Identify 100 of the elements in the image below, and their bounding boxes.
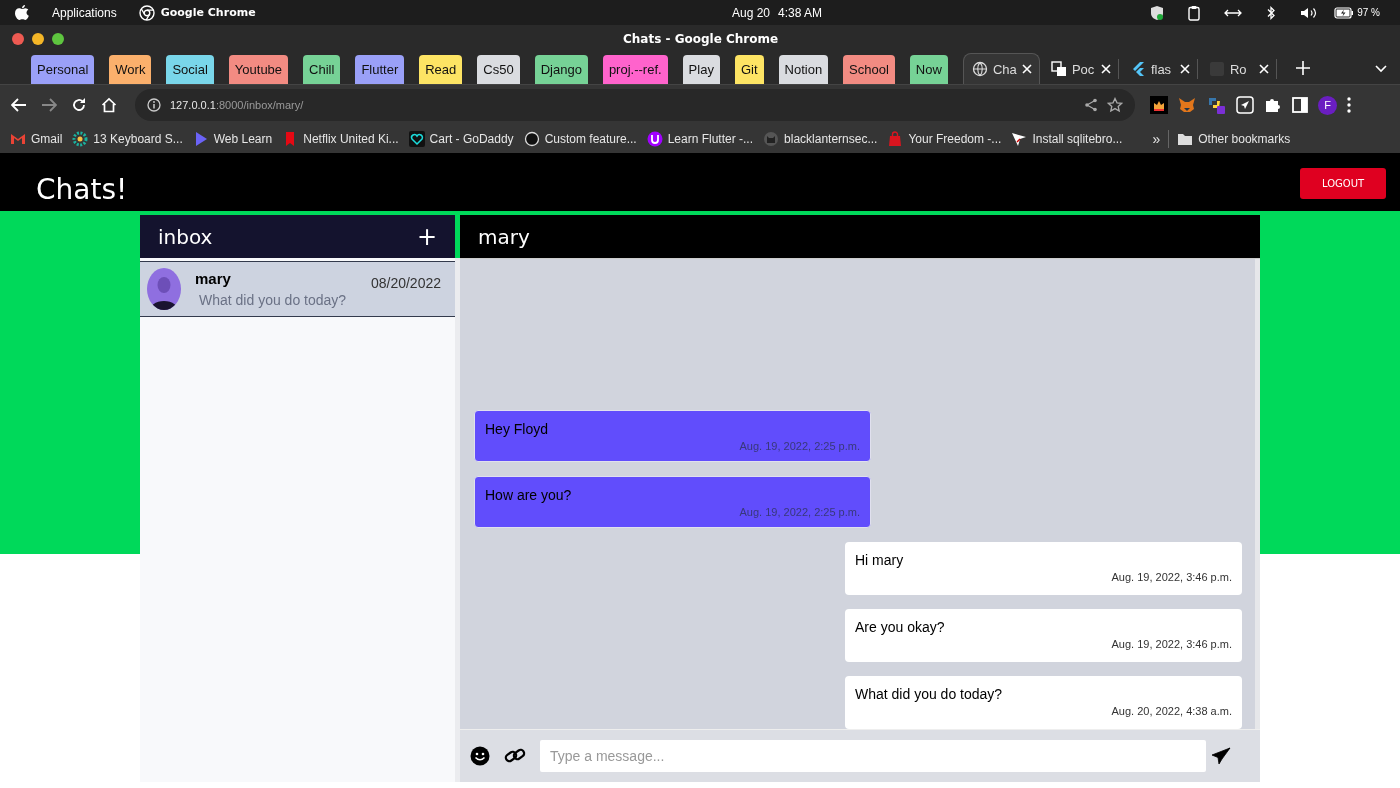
close-button[interactable] [12,32,24,45]
battery-percent: 97 % [1357,7,1380,18]
share-icon[interactable] [1084,98,1098,112]
tab-group-chip[interactable]: Git [734,55,764,84]
tab-group-chip[interactable]: Django [534,55,588,84]
message-input[interactable]: Type a message... [540,740,1206,772]
message-preview: What did you do today? [199,292,348,308]
battery-icon [1334,6,1355,19]
tab-group-chip[interactable]: Play [682,55,720,84]
speaker-icon[interactable] [1300,5,1319,20]
tab-group-chip[interactable]: Flutter [355,55,405,84]
tab-group-chip[interactable]: Chill [303,55,341,84]
sidebar-icon[interactable] [1292,97,1308,113]
tab-group-chip[interactable]: Youtube [228,55,289,84]
logout-button[interactable]: LOGOUT [1300,167,1386,199]
brand-title: Chats! [36,172,128,206]
window-title: Chats - Google Chrome [623,31,779,46]
contact-name: mary [195,270,232,287]
more-icon[interactable] [1347,97,1351,113]
address-bar[interactable]: 127.0.0.1:8000/inbox/mary/ [135,89,1135,121]
info-icon[interactable] [147,98,161,112]
message-text: Hi mary [855,552,905,568]
gear-icon [72,131,89,147]
message-text: How are you? [485,487,573,503]
other-bookmarks-folder[interactable]: Other bookmarks [1177,132,1291,146]
date-text: Aug 20 [731,5,770,20]
browser-tab[interactable]: flas [1121,59,1198,79]
clock-text: 4:38 AM [778,5,823,20]
zoom-button[interactable] [52,32,64,45]
tab-group-chip[interactable]: Now [909,55,948,84]
bookmark-link[interactable]: Web Learn [192,131,273,147]
circle-icon [646,131,663,147]
message-time: Aug. 19, 2022, 2:25 p.m. [738,440,860,452]
profile-avatar[interactable]: F [1318,95,1337,115]
inbox-title: inbox [158,224,213,249]
tab-group-chip[interactable]: Social [166,55,214,84]
menu-item[interactable]: Applications [52,5,117,20]
conversation-item[interactable]: mary What did you do today? 08/20/2022 [140,261,455,317]
tab-group-chip[interactable]: Personal [31,55,95,84]
bookmark-link[interactable]: Install sqlitebro... [1011,131,1123,147]
arrows-icon[interactable] [1224,7,1243,18]
home-icon[interactable] [101,97,117,113]
smiley-icon[interactable] [470,746,490,766]
message-time: Aug. 19, 2022, 3:46 p.m. [1110,638,1232,650]
bookmark-link[interactable]: 13 Keyboard S... [72,131,183,147]
avatar-icon [147,268,181,310]
fox-icon[interactable] [1178,96,1196,114]
app-name[interactable]: Google Chrome [160,6,256,19]
shield-icon[interactable] [1150,4,1165,21]
folder-icon [1177,132,1194,146]
message-time: Aug. 19, 2022, 2:25 p.m. [738,506,860,518]
minimize-button[interactable] [32,32,44,45]
tab-group-chip[interactable]: Work [109,55,152,84]
bookmark-link[interactable]: blacklanternsec... [763,131,878,147]
message-text: What did you do today? [855,686,1004,702]
close-icon[interactable] [1100,64,1111,74]
browser-tab[interactable]: Poc [1042,59,1119,79]
tab-group-chip[interactable]: School [843,55,895,84]
send-icon[interactable] [1211,747,1231,765]
browser-tab[interactable]: Ro [1200,59,1277,79]
bluetooth-icon[interactable] [1266,4,1277,21]
tab-group-chip[interactable]: Notion [778,55,829,84]
chevron-down-icon[interactable] [1374,65,1387,73]
bookmark-link[interactable]: Learn Flutter -... [646,131,754,147]
message-time: Aug. 20, 2022, 4:38 a.m. [1110,705,1232,717]
clipboard-icon[interactable] [1188,4,1201,21]
reload-icon[interactable] [71,97,87,113]
message-time: Aug. 19, 2022, 3:46 p.m. [1110,571,1232,583]
envelope-icon [10,131,26,147]
tab-group-chip[interactable]: proj.--ref. [602,55,668,84]
close-icon[interactable] [1021,64,1032,74]
bookmark-link[interactable]: Your Freedom -... [887,131,1002,147]
bookmark-link[interactable]: Custom feature... [523,131,637,147]
back-icon[interactable] [11,98,27,112]
send-square-icon[interactable] [1236,96,1254,114]
bookmark-link[interactable]: Netflix United Ki... [282,131,399,147]
new-tab-icon[interactable] [1295,61,1310,75]
puzzle-icon[interactable] [1264,96,1282,114]
bookmark-link[interactable]: Gmail [10,131,63,147]
extension-icon[interactable] [1150,96,1168,114]
tab-group-chip[interactable]: Cs50 [477,55,520,84]
close-icon[interactable] [1179,64,1190,74]
globe-icon [971,61,988,77]
star-icon[interactable] [1107,97,1123,113]
chat-title: mary [478,224,530,249]
bookmark-link[interactable]: Cart - GoDaddy [408,131,514,147]
bag-icon [887,131,904,147]
circle-icon [523,131,540,147]
apple-icon[interactable] [14,3,30,22]
add-button[interactable]: + [416,222,437,251]
heart-icon [408,131,425,147]
chrome-icon[interactable] [138,4,155,21]
tab-group-chip[interactable]: Read [419,55,463,84]
message-date: 08/20/2022 [370,275,441,291]
close-icon[interactable] [1258,64,1269,74]
message-text: Hey Floyd [485,421,550,437]
more-bookmarks-button[interactable]: » [1152,131,1161,147]
forward-icon[interactable] [41,98,57,112]
browser-tab[interactable]: Cha [962,53,1040,84]
squares-icon [1050,61,1067,77]
